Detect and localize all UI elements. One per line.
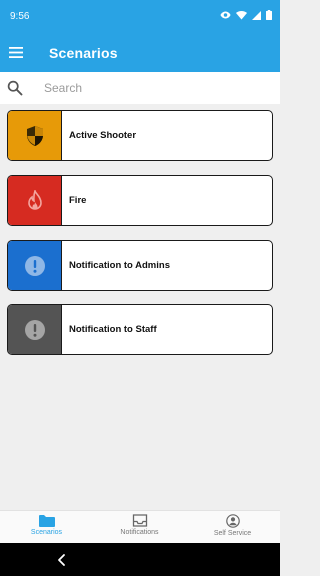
scenario-label: Notification to Staff xyxy=(69,324,157,335)
back-icon[interactable] xyxy=(55,553,69,567)
scenario-icon-box xyxy=(8,111,62,160)
shield-icon xyxy=(26,125,43,146)
app-bar: Scenarios xyxy=(0,34,280,72)
status-bar: 9:56 xyxy=(0,0,280,34)
wifi-icon xyxy=(236,10,247,19)
tab-scenarios[interactable]: Scenarios xyxy=(0,511,93,544)
battery-icon xyxy=(266,10,272,20)
scenario-card-notification-staff[interactable]: Notification to Staff xyxy=(7,304,273,355)
menu-icon xyxy=(9,46,23,58)
tab-label: Notifications xyxy=(120,529,159,536)
scenario-icon-box xyxy=(8,305,62,354)
page-title: Scenarios xyxy=(49,45,118,61)
eye-icon xyxy=(220,11,231,19)
tab-label: Self Service xyxy=(213,530,252,537)
scenario-label: Active Shooter xyxy=(69,130,137,141)
status-time: 9:56 xyxy=(10,11,30,22)
tab-label: Scenarios xyxy=(30,529,63,536)
scenario-card-notification-admins[interactable]: Notification to Admins xyxy=(7,240,273,291)
scenario-label: Notification to Admins xyxy=(69,260,170,271)
scenario-icon-box xyxy=(8,176,62,225)
fire-icon xyxy=(27,189,42,210)
tab-self-service[interactable]: Self Service xyxy=(186,511,279,544)
signal-icon xyxy=(252,10,261,20)
inbox-icon xyxy=(132,514,147,527)
alert-circle-icon xyxy=(24,255,45,276)
scenario-label: Fire xyxy=(69,195,87,206)
menu-button[interactable] xyxy=(6,41,26,63)
search-input[interactable] xyxy=(44,77,264,99)
scenario-icon-box xyxy=(8,241,62,290)
bottom-nav: Scenarios Notifications Self Service xyxy=(0,510,280,543)
scenario-card-fire[interactable]: Fire xyxy=(7,175,273,226)
search-icon[interactable] xyxy=(7,80,23,96)
search-bar xyxy=(0,72,280,104)
alert-circle-icon xyxy=(24,319,45,340)
account-icon xyxy=(225,514,240,528)
folder-icon xyxy=(38,515,55,527)
tab-notifications[interactable]: Notifications xyxy=(93,511,186,544)
status-icons xyxy=(220,10,272,20)
scenario-card-active-shooter[interactable]: Active Shooter xyxy=(7,110,273,161)
system-nav-bar xyxy=(0,543,280,576)
